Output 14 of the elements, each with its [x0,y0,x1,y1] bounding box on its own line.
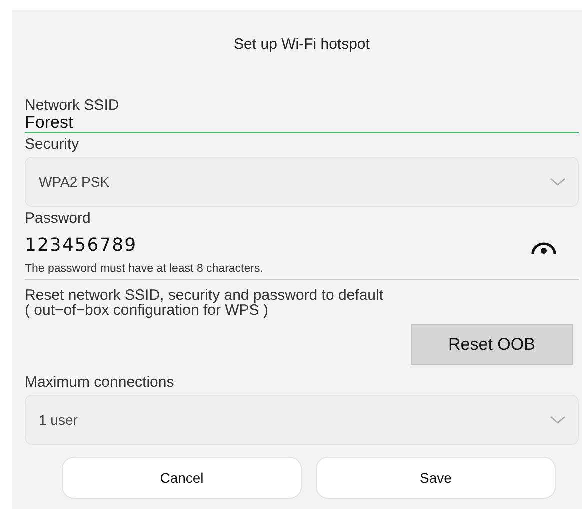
field-label: Password [25,211,92,227]
password-field[interactable]: 123456789 [25,233,225,257]
ssid-field[interactable]: Forest [25,114,579,133]
field-label: Security [25,137,80,153]
cancel-button[interactable]: Cancel [62,457,302,499]
field-label: Network SSID [25,98,120,114]
dialog-title: Set up Wi-Fi hotspot [233,35,371,55]
field-label: Maximum connections [25,375,176,391]
max-connections-dropdown[interactable]: 1 user [25,395,579,445]
save-button[interactable]: Save [316,457,556,499]
reset-oob-button[interactable]: Reset OOB [411,324,573,365]
security-dropdown[interactable]: WPA2 PSK [25,157,579,207]
password-hint: The password must have at least 8 characters. [25,257,579,280]
reset-description: Reset network SSID, security and password to default ( out−of−box configuration for WPS ) [25,288,385,318]
